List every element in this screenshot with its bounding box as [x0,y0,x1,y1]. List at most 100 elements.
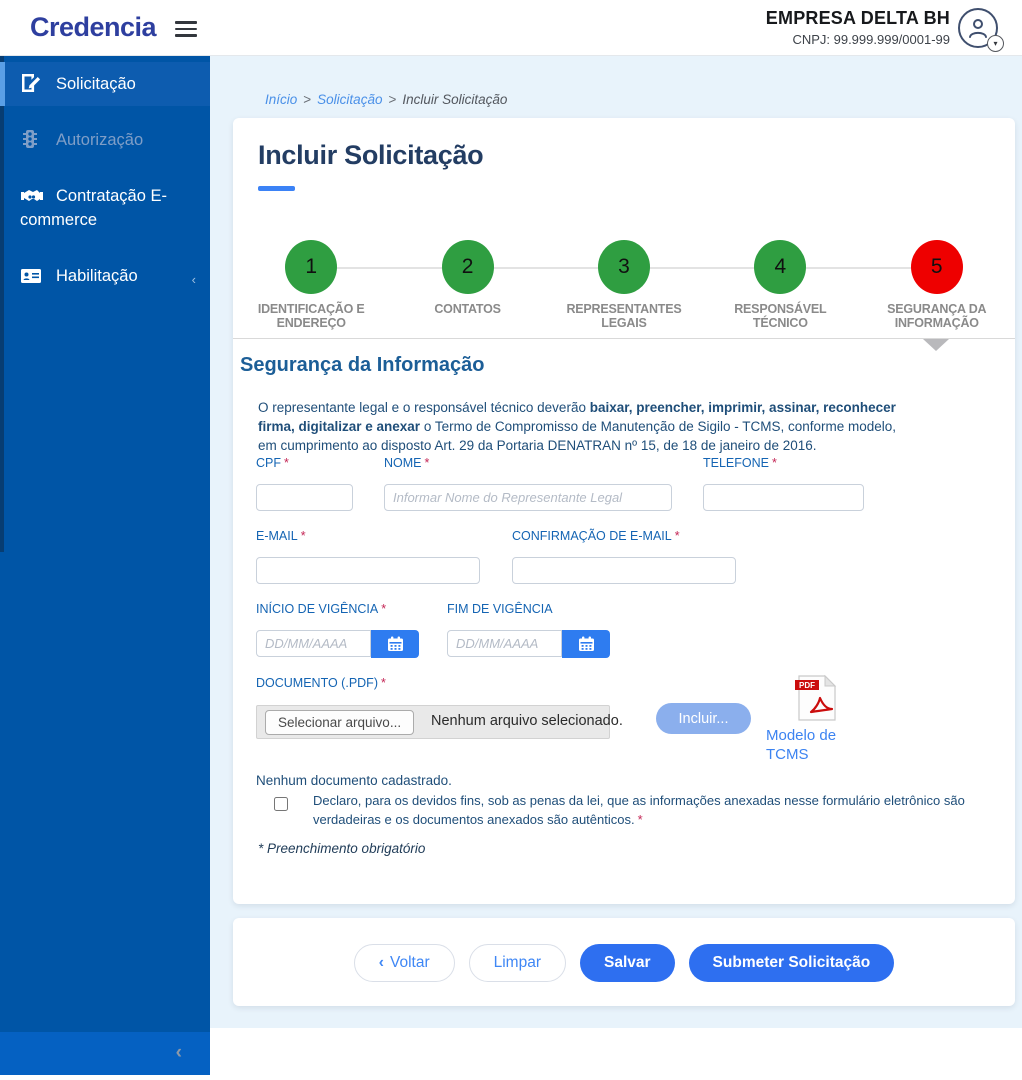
traffic-light-icon [20,129,44,149]
hamburger-menu-icon[interactable] [175,17,197,37]
wizard-step-4[interactable]: 4 RESPONSÁVEL TÉCNICO [702,240,858,336]
sidebar-item-contratacao-ecommerce[interactable]: Contratação E-commerce [0,174,210,242]
step-label: RESPONSÁVEL TÉCNICO [734,302,827,330]
required-asterisk: * [772,456,777,470]
required-fields-note: * Preenchimento obrigatório [258,841,426,856]
actions-card: ‹ Voltar Limpar Salvar Submeter Solicitaç… [233,918,1015,1006]
pdf-file-icon[interactable]: PDF [791,674,841,722]
sidebar: Solicitação Autorização Contratação E-co… [0,56,210,1032]
company-cnpj: CNPJ: 99.999.999/0001-99 [792,32,950,47]
limpar-button[interactable]: Limpar [468,944,566,982]
file-input[interactable]: Selecionar arquivo... Nenhum arquivo sel… [256,705,623,739]
email-confirmation-input[interactable] [512,557,736,584]
section-divider [233,338,1015,339]
calendar-icon [387,636,403,651]
sidebar-collapse-bar[interactable]: ‹ [0,1032,210,1075]
cpf-input[interactable] [256,484,353,511]
app-window: Credencia EMPRESA DELTA BH CNPJ: 99.999.… [0,0,1022,1080]
nome-label: NOME * [384,456,430,470]
modelo-tcms-link[interactable]: Modelo de TCMS [766,726,866,764]
company-info: EMPRESA DELTA BH CNPJ: 99.999.999/0001-9… [766,8,950,47]
step-circle[interactable]: 2 [441,240,494,294]
submenu-collapse-chevron-icon[interactable]: ‹ [192,268,196,292]
svg-text:PDF: PDF [799,681,815,690]
calendar-icon [578,636,594,651]
section-heading: Segurança da Informação [240,354,485,376]
breadcrumb-separator: > [303,92,312,107]
sidebar-item-label: Solicitação [56,75,136,93]
breadcrumb: Início > Solicitação > Incluir Solicitação [265,92,507,107]
solicitation-card: Incluir Solicitação 1 IDENTIFICAÇÃO E EN… [233,118,1015,904]
fim-vigencia-input[interactable] [447,630,562,657]
breadcrumb-link-inicio[interactable]: Início [265,92,297,107]
wizard-step-5[interactable]: 5 SEGURANÇA DA INFORMAÇÃO [859,240,1015,336]
page-title: Incluir Solicitação [258,140,484,170]
user-avatar[interactable]: ▾ [958,8,1004,52]
declaration-checkbox[interactable] [274,797,288,811]
step-label: REPRESENTANTES LEGAIS [566,302,682,330]
credencia-logo: Credencia [30,12,157,42]
top-bar: Credencia EMPRESA DELTA BH CNPJ: 99.999.… [0,0,1022,56]
voltar-button[interactable]: ‹ Voltar [353,944,455,982]
sidebar-collapse-chevron-icon[interactable]: ‹ [176,1042,182,1064]
cpf-label: CPF * [256,456,289,470]
company-name: EMPRESA DELTA BH [765,8,950,28]
file-status-text: Nenhum arquivo selecionado. [431,713,623,729]
submeter-solicitacao-button[interactable]: Submeter Solicitação [688,944,895,982]
main-content: Início > Solicitação > Incluir Solicitação I… [210,56,1022,1080]
handshake-icon [20,187,44,207]
salvar-button[interactable]: Salvar [580,944,675,982]
email-input[interactable] [256,557,480,584]
incluir-button[interactable]: Incluir... [656,703,751,734]
select-file-button[interactable]: Selecionar arquivo... [265,710,415,735]
inicio-vigencia-input[interactable] [256,630,371,657]
breadcrumb-separator: > [388,92,397,107]
no-document-text: Nenhum documento cadastrado. [256,773,452,788]
intro-paragraph: O representante legal e o responsável té… [258,399,908,456]
breadcrumb-link-solicitacao[interactable]: Solicitação [317,92,382,107]
sidebar-item-label: Habilitação [56,267,138,285]
required-asterisk: * [300,529,306,543]
step-circle[interactable]: 3 [597,240,650,294]
fim-vigencia-label: FIM DE VIGÊNCIA [447,602,553,616]
fim-vigencia-calendar-button[interactable] [562,630,610,658]
telefone-input[interactable] [703,484,864,511]
documento-label: DOCUMENTO (.PDF) * [256,676,386,690]
declaration-text: Declaro, para os devidos fins, sob as pe… [313,793,965,827]
required-asterisk: * [381,676,386,690]
wizard-step-2[interactable]: 2 CONTATOS [389,240,545,336]
breadcrumb-current: Incluir Solicitação [402,92,508,107]
step-label: IDENTIFICAÇÃO E ENDEREÇO [257,302,365,330]
required-asterisk: * [284,456,289,470]
inicio-vigencia-label: INÍCIO DE VIGÊNCIA * [256,602,387,616]
edit-document-icon [20,73,44,93]
required-asterisk: * [381,602,387,616]
inicio-vigencia-calendar-button[interactable] [371,630,419,658]
nome-input[interactable] [384,484,672,511]
avatar-chevron-down-icon[interactable]: ▾ [987,35,1004,52]
step-circle[interactable]: 5 [910,240,963,294]
wizard-step-3[interactable]: 3 REPRESENTANTES LEGAIS [546,240,702,336]
sidebar-item-habilitacao[interactable]: Habilitação ‹ [0,254,210,298]
email-confirmation-label: CONFIRMAÇÃO DE E-MAIL * [512,529,680,543]
wizard-step-1[interactable]: 1 IDENTIFICAÇÃO E ENDEREÇO [233,240,389,336]
sidebar-item-autorizacao: Autorização [0,118,210,162]
step-circle[interactable]: 1 [285,240,338,294]
telefone-label: TELEFONE * [703,456,777,470]
required-asterisk: * [637,811,643,827]
step-label: CONTATOS [434,302,501,316]
intro-text: O representante legal e o responsável té… [258,400,590,415]
email-label: E-MAIL * [256,529,306,543]
step-label: SEGURANÇA DA INFORMAÇÃO [887,302,987,330]
id-card-icon [20,267,44,287]
sidebar-item-label: Autorização [56,131,144,149]
required-asterisk: * [674,529,680,543]
action-buttons-row: ‹ Voltar Limpar Salvar Submeter Solicitaç… [233,944,1015,982]
required-asterisk: * [424,456,430,470]
chevron-left-icon: ‹ [378,954,384,971]
sidebar-item-solicitacao[interactable]: Solicitação [0,62,210,106]
active-step-pointer [923,339,949,351]
step-circle[interactable]: 4 [754,240,807,294]
step-wizard: 1 IDENTIFICAÇÃO E ENDEREÇO 2 CONTATOS 3 … [233,240,1015,336]
title-underline [258,186,295,191]
